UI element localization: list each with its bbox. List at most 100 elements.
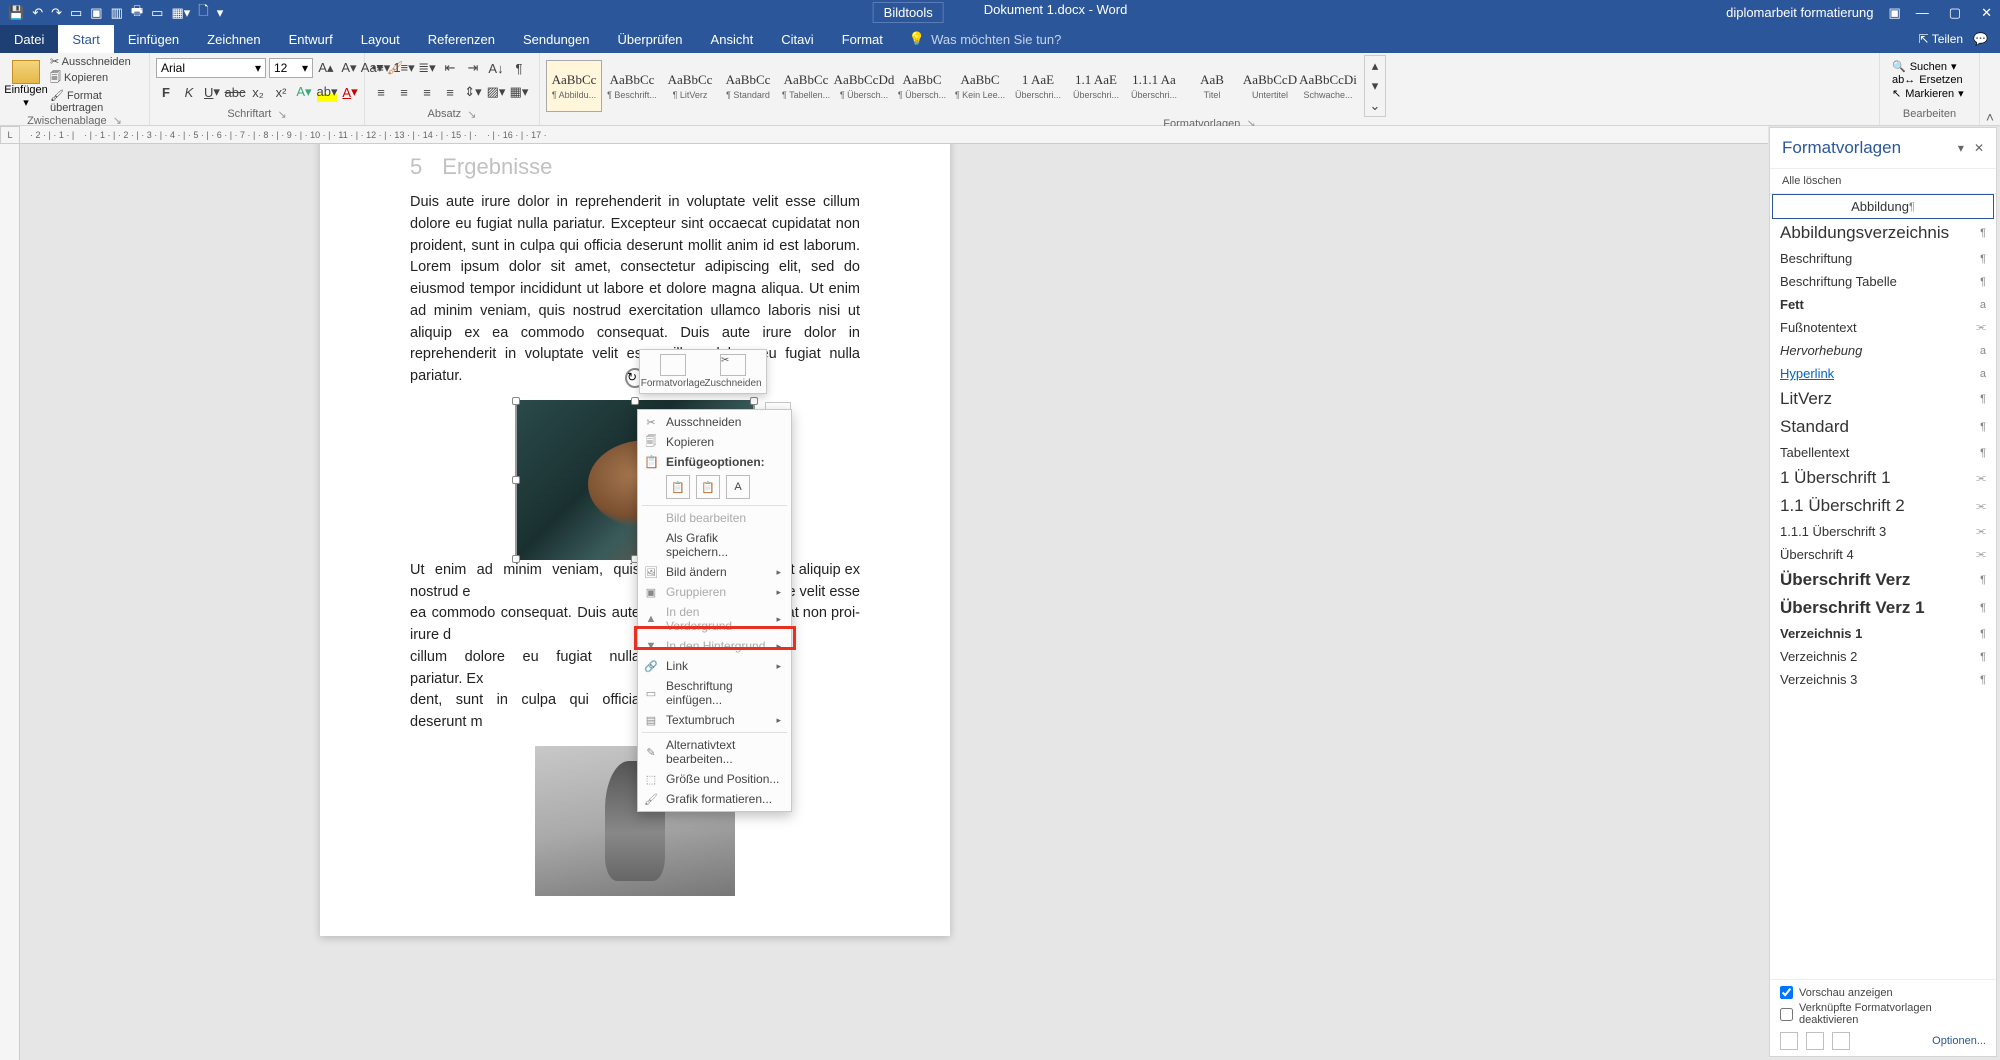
resize-handle[interactable] xyxy=(512,476,520,484)
paste-opt-1[interactable]: 📋 xyxy=(666,475,690,499)
paste-opt-3[interactable]: A xyxy=(726,475,750,499)
shading-icon[interactable]: ▨▾ xyxy=(486,82,506,102)
grow-font-icon[interactable]: A▴ xyxy=(316,58,336,78)
paste-opt-2[interactable]: 📋 xyxy=(696,475,720,499)
style-gallery-item[interactable]: AaBbC¶ Übersch... xyxy=(894,60,950,112)
qat-icon[interactable]: 🗋 xyxy=(198,2,208,24)
subscript-icon[interactable]: x₂ xyxy=(248,82,268,102)
ctx-size-position[interactable]: ⬚Größe und Position... xyxy=(638,769,791,789)
indent-left-icon[interactable]: ⇤ xyxy=(440,58,460,78)
resize-handle[interactable] xyxy=(631,397,639,405)
ctx-textwrap[interactable]: ▤Textumbruch▸ xyxy=(638,710,791,730)
tab-design[interactable]: Entwurf xyxy=(275,25,347,53)
style-gallery-item[interactable]: AaBbCc¶ Beschrift... xyxy=(604,60,660,112)
undo-icon[interactable]: ↶ xyxy=(32,5,43,21)
qat-icon[interactable]: ▣ xyxy=(90,5,102,21)
tab-insert[interactable]: Einfügen xyxy=(114,25,193,53)
resize-handle[interactable] xyxy=(512,555,520,563)
style-gallery-item[interactable]: 1.1.1 AaÜberschri... xyxy=(1126,60,1182,112)
styles-gallery[interactable]: AaBbCc¶ Abbildu...AaBbCc¶ Beschrift... Aa… xyxy=(546,60,1356,112)
disable-linked-checkbox[interactable] xyxy=(1780,1008,1793,1021)
highlight-icon[interactable]: ab▾ xyxy=(317,82,337,102)
account-label[interactable]: diplomarbeit formatierung xyxy=(1726,5,1873,20)
style-list-item[interactable]: Verzeichnis 2¶ xyxy=(1770,645,1996,668)
manage-styles-icon[interactable] xyxy=(1832,1032,1850,1050)
gallery-down-icon[interactable]: ▾ xyxy=(1365,76,1385,96)
collapse-ribbon-icon[interactable]: ˄ xyxy=(1980,53,2000,125)
qat-icon[interactable]: ▦▾ xyxy=(171,5,190,21)
tab-format[interactable]: Format xyxy=(828,25,897,53)
comments-icon[interactable]: 💬 xyxy=(1973,32,1988,46)
font-color-icon[interactable]: A▾ xyxy=(340,82,360,102)
style-list-item[interactable]: LitVerz¶ xyxy=(1770,385,1996,413)
ctx-insert-caption[interactable]: ▭Beschriftung einfügen... xyxy=(638,676,791,710)
pane-close-icon[interactable]: ✕ xyxy=(1974,141,1984,155)
tab-start[interactable]: Start xyxy=(58,25,113,53)
qat-icon[interactable]: ▭ xyxy=(70,5,82,21)
tab-citavi[interactable]: Citavi xyxy=(767,25,828,53)
ctx-change-image[interactable]: 🖼Bild ändern▸ xyxy=(638,562,791,582)
ctx-save-as-graphic[interactable]: Als Grafik speichern... xyxy=(638,528,791,562)
style-gallery-item[interactable]: AaBbCc¶ Tabellen... xyxy=(778,60,834,112)
save-icon[interactable]: 💾 xyxy=(8,5,24,21)
clear-all-button[interactable]: Alle löschen xyxy=(1770,169,1996,194)
minimize-icon[interactable]: — xyxy=(1916,5,1929,21)
style-gallery-item[interactable]: AaBbC¶ Kein Lee... xyxy=(952,60,1008,112)
tab-references[interactable]: Referenzen xyxy=(414,25,509,53)
print-icon[interactable]: 🖶 xyxy=(131,2,143,24)
align-center-icon[interactable]: ≡ xyxy=(394,82,414,102)
sort-icon[interactable]: A↓ xyxy=(486,58,506,78)
font-name-selector[interactable]: Arial▾ xyxy=(156,58,266,78)
ctx-alttext[interactable]: ✎Alternativtext bearbeiten... xyxy=(638,735,791,769)
picture-tools-tab[interactable]: Bildtools xyxy=(873,2,944,23)
style-list-item[interactable]: 1 Überschrift 1⫘ xyxy=(1770,464,1996,492)
qat-icon[interactable]: ▭ xyxy=(151,5,163,21)
style-list-item[interactable]: Überschrift 4⫘ xyxy=(1770,543,1996,566)
line-spacing-icon[interactable]: ⇕▾ xyxy=(463,82,483,102)
pane-menu-icon[interactable]: ▾ xyxy=(1958,141,1964,155)
align-right-icon[interactable]: ≡ xyxy=(417,82,437,102)
multilevel-icon[interactable]: ≣▾ xyxy=(417,58,437,78)
ruler-corner[interactable]: L xyxy=(0,126,20,144)
style-list-item[interactable]: Überschrift Verz¶ xyxy=(1770,566,1996,594)
style-button[interactable]: Formatvorlage xyxy=(644,354,702,389)
style-list-item[interactable]: Standard¶ xyxy=(1770,413,1996,441)
redo-icon[interactable]: ↷ xyxy=(51,5,62,21)
close-icon[interactable]: ✕ xyxy=(1981,5,1992,21)
cut-button[interactable]: ✂ Ausschneiden xyxy=(50,55,143,68)
ctx-copy[interactable]: 🗐Kopieren xyxy=(638,432,791,452)
tab-view[interactable]: Ansicht xyxy=(697,25,768,53)
paste-button[interactable]: Einfügen▾ xyxy=(6,60,46,109)
qat-icon[interactable]: ▥ xyxy=(111,5,123,21)
tab-file[interactable]: Datei xyxy=(0,25,58,53)
share-button[interactable]: ⇱ Teilen xyxy=(1919,32,1964,46)
italic-icon[interactable]: K xyxy=(179,82,199,102)
style-gallery-item[interactable]: AaBbCc¶ Abbildu... xyxy=(546,60,602,112)
font-size-selector[interactable]: 12▾ xyxy=(269,58,313,78)
style-list-item[interactable]: Fußnotentext⫘ xyxy=(1770,316,1996,339)
resize-handle[interactable] xyxy=(750,397,758,405)
ctx-cut[interactable]: ✂Ausschneiden xyxy=(638,412,791,432)
crop-button[interactable]: ✂ Zuschneiden xyxy=(704,354,762,389)
style-gallery-item[interactable]: AaBbCcDd¶ Übersch... xyxy=(836,60,892,112)
select-button[interactable]: ↖ Markieren ▾ xyxy=(1892,87,1964,100)
style-list-item[interactable]: Tabellentext¶ xyxy=(1770,441,1996,464)
style-list-item[interactable]: Beschriftung Tabelle¶ xyxy=(1770,270,1996,293)
maximize-icon[interactable]: ▢ xyxy=(1949,5,1961,21)
new-style-icon[interactable] xyxy=(1780,1032,1798,1050)
style-list-item[interactable]: 1.1 Überschrift 2⫘ xyxy=(1770,492,1996,520)
gallery-up-icon[interactable]: ▴ xyxy=(1365,56,1385,76)
style-gallery-item[interactable]: AaBbCcDUntertitel xyxy=(1242,60,1298,112)
preview-checkbox[interactable] xyxy=(1780,986,1793,999)
shrink-font-icon[interactable]: A▾ xyxy=(339,58,359,78)
style-list-item[interactable]: Abbildung¶ xyxy=(1772,194,1994,219)
style-list-item[interactable]: Fetta xyxy=(1770,293,1996,316)
style-list-item[interactable]: Hervorhebunga xyxy=(1770,339,1996,362)
tab-draw[interactable]: Zeichnen xyxy=(193,25,274,53)
text-effects-icon[interactable]: A▾ xyxy=(294,82,314,102)
style-list-item[interactable]: 1.1.1 Überschrift 3⫘ xyxy=(1770,520,1996,543)
format-painter-button[interactable]: 🖌 Format übertragen xyxy=(50,89,143,114)
tell-me-search[interactable]: 💡 Was möchten Sie tun? xyxy=(897,25,1062,53)
style-list-item[interactable]: Verzeichnis 1¶ xyxy=(1770,622,1996,645)
style-gallery-item[interactable]: AaBTitel xyxy=(1184,60,1240,112)
